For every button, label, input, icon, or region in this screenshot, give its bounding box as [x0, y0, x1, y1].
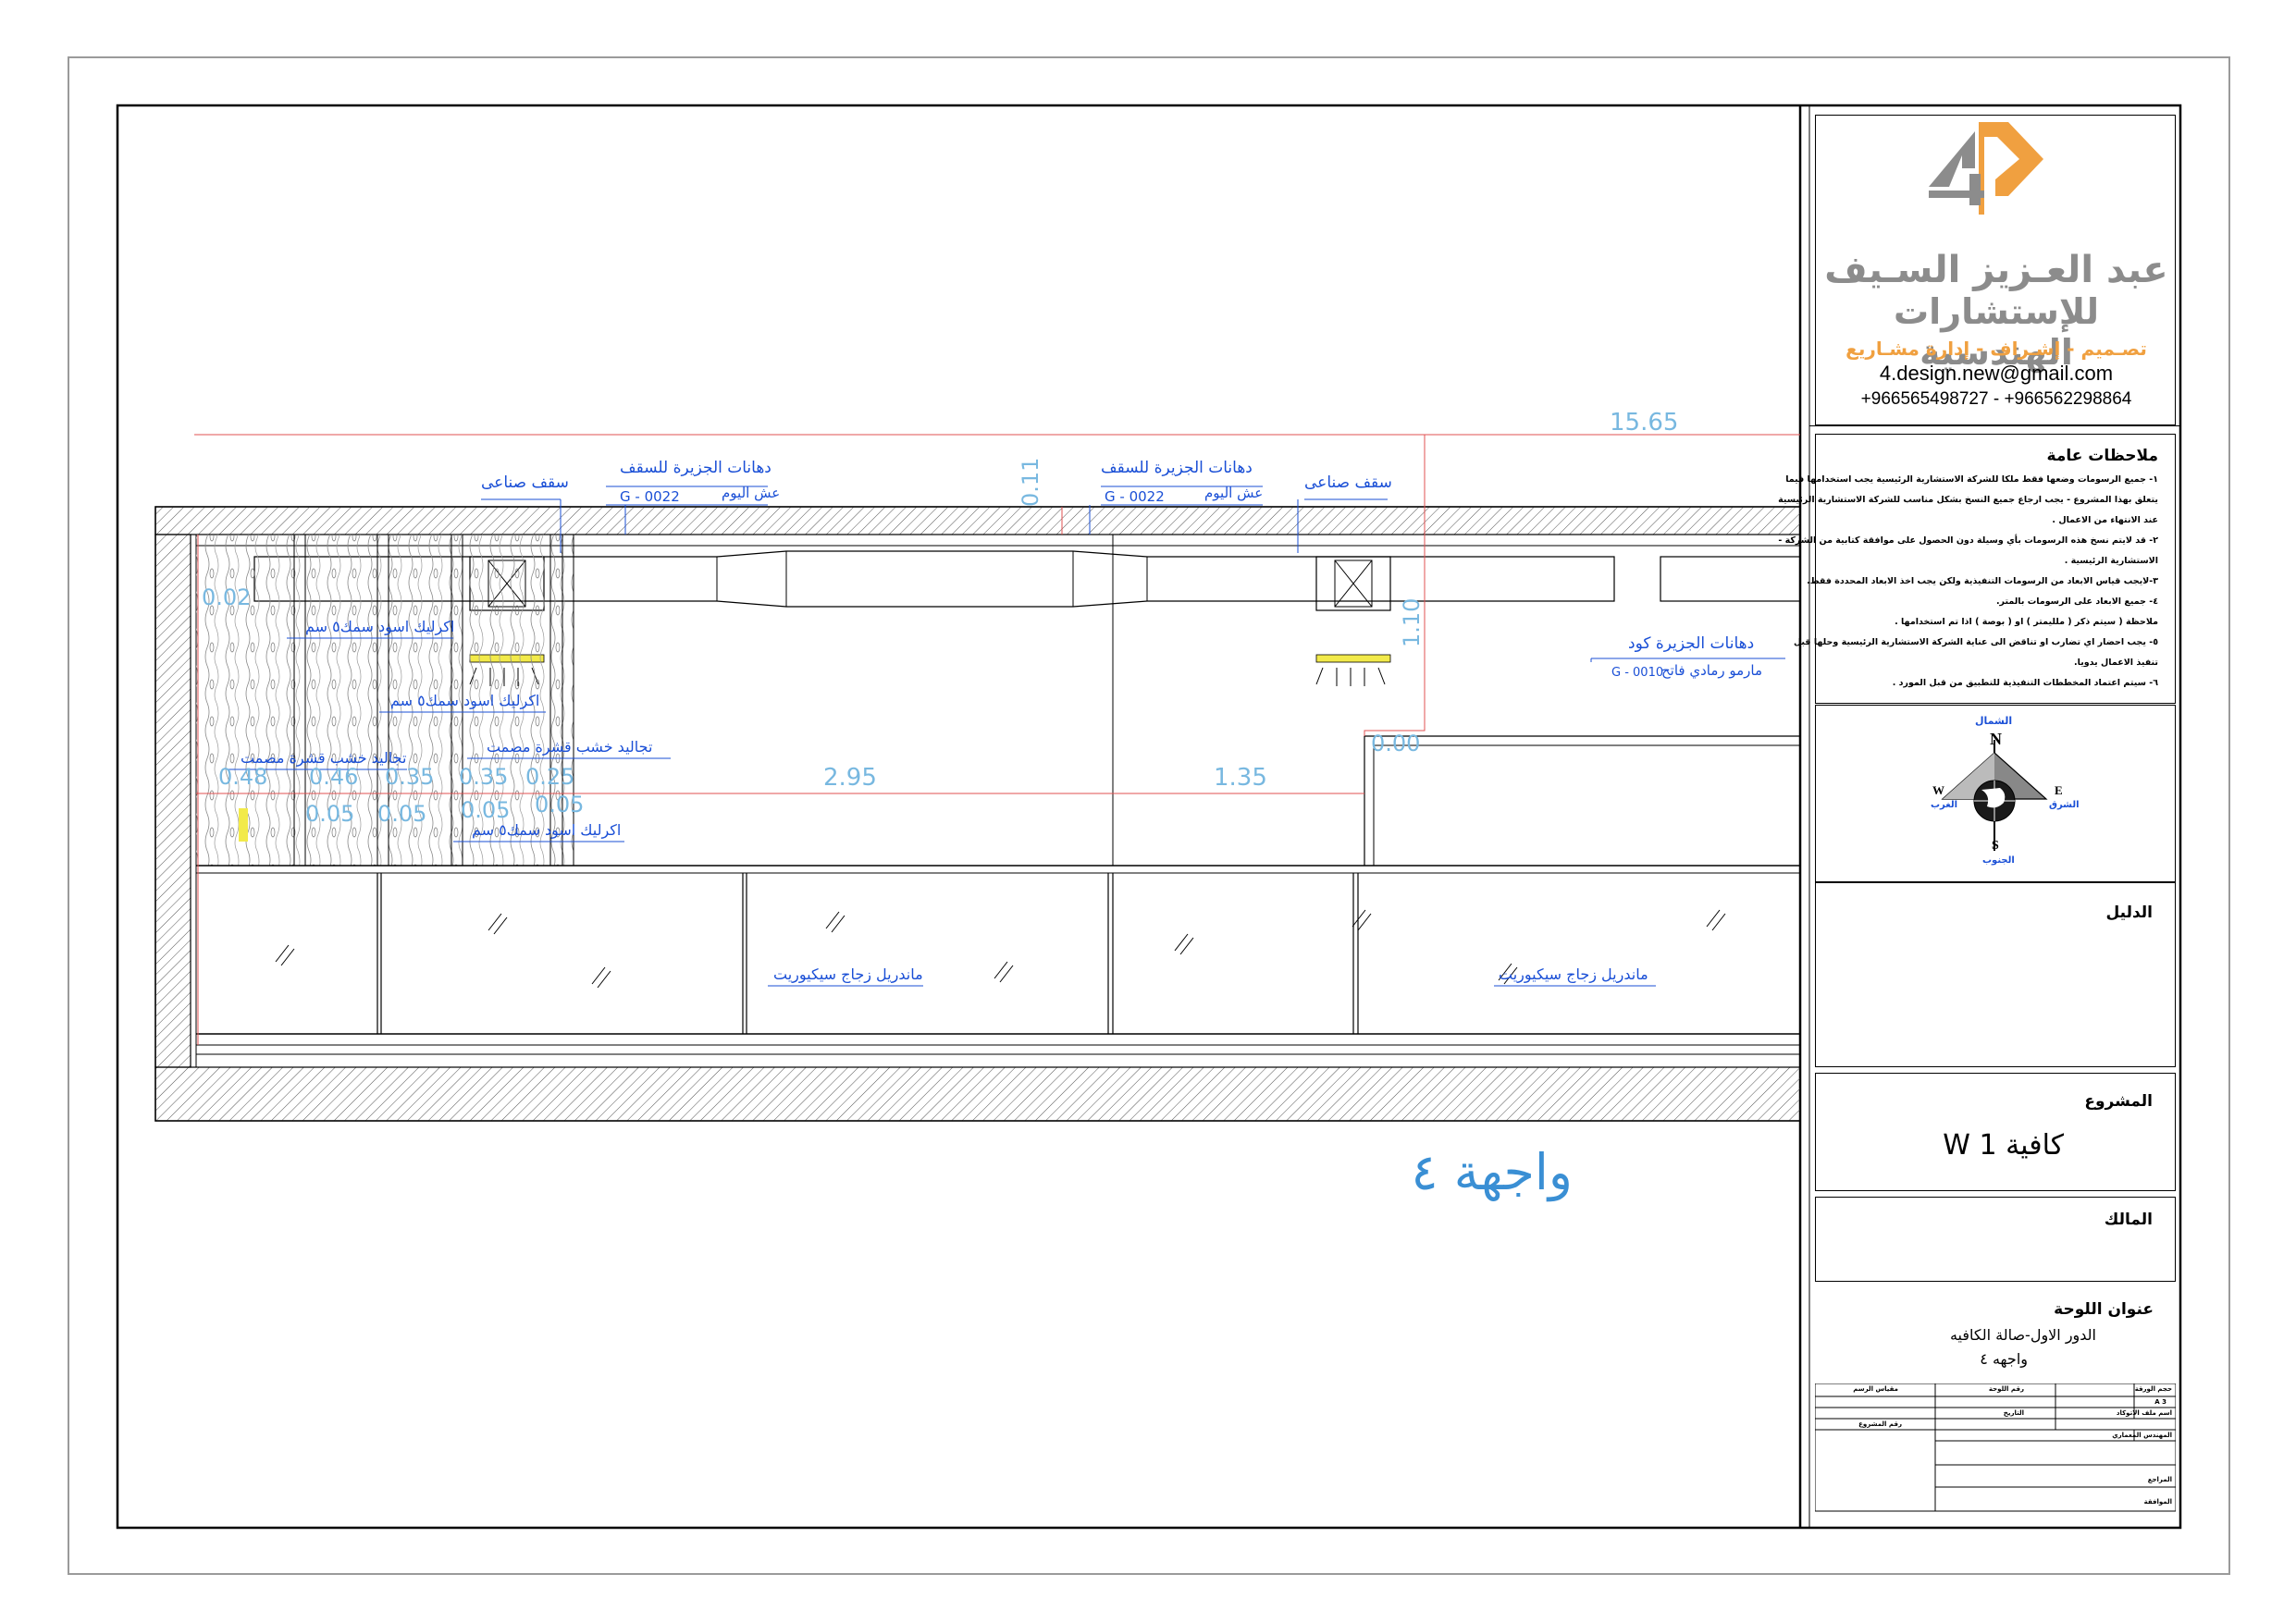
cell-sheet-no-label: رقم اللوحة: [1988, 1385, 2024, 1393]
counter-panel-dividers: [376, 873, 1359, 1034]
sheet-title-label: عنوان اللوحة: [2054, 1300, 2154, 1319]
label-paint2-title: دهانات الجزيرة للسقف: [1101, 459, 1253, 477]
notes-list: ١- جميع الرسومات وضعها فقط ملكا للشركة ا…: [1778, 474, 2158, 693]
label-ceiling-right: سقف صناعى: [1304, 473, 1392, 492]
label-glass-2: ماندريل زجاج سيكيوريت: [1499, 965, 1648, 983]
info-table: حجم الورقة A 3 رقم اللوحة مقياس الرسم اس…: [1815, 1383, 2176, 1513]
cell-project-no-label: رقم المشروع: [1858, 1420, 1902, 1428]
dim-005d: 0.05: [535, 792, 585, 818]
compass-panel: الشمال N W الغرب E الشرق S الجنوب: [1815, 705, 2176, 882]
brand-phones: +966565498727 - +966562298864: [1860, 389, 2132, 409]
note-line: الاستشارية الرئيسية .: [2064, 556, 2158, 566]
compass-south-ar: الجنوب: [1982, 855, 2015, 866]
notes-title: ملاحظات عامة: [2046, 447, 2158, 465]
dim-048: 0.48: [218, 764, 268, 790]
label-acrylic-2: اكرليك اسود سمك٥ سم: [390, 692, 540, 709]
brand-tagline: تصـميم - إشـراف - إدارة مشـاريع: [1845, 338, 2147, 360]
compass-west-ar: الغرب: [1931, 800, 1958, 810]
label-wood-1: تجاليد خشب قشرة مصمت: [241, 749, 407, 767]
project-value: كافية W 1: [1943, 1129, 2064, 1162]
label-wood-2: تجاليد خشب قشرة مصمت: [487, 738, 653, 756]
dim-000: 0.00: [1371, 731, 1421, 756]
note-line: ٣-لايجب قياس الابعاد من الرسومات التنفيذ…: [1807, 576, 2158, 586]
sheet-title-panel: عنوان اللوحة الدور الاول-صالة الكافيه وا…: [1815, 1287, 2176, 1380]
label-ceiling-left: سقف صناعى: [481, 473, 569, 492]
cell-paper-size-value: A 3: [2154, 1398, 2166, 1406]
cell-paper-size-label: حجم الورقة: [2134, 1385, 2172, 1393]
compass-north-ar: الشمال: [1975, 715, 2013, 727]
logo-panel: عبد العـزيز السـيف للإستشارات الهندسية ت…: [1815, 115, 2176, 425]
label-paint2-code: G - 0022: [1105, 488, 1165, 505]
dim-005b: 0.05: [377, 801, 427, 827]
label-paint2-name: عش اليوم: [1204, 485, 1264, 501]
compass-west: W: [1932, 783, 1944, 797]
owner-panel: المالك: [1815, 1197, 2176, 1282]
sheet-title-line1: الدور الاول-صالة الكافيه: [1949, 1326, 2096, 1344]
cell-reviewer-label: المراجع: [2147, 1476, 2172, 1483]
cell-scale-label: مقياس الرسم: [1853, 1385, 1898, 1393]
cell-consultant-label: اسم ملف الاتوكاد: [2116, 1409, 2172, 1417]
note-line: ٦- سيتم اعتماد المخططات التنفيذية للتطبي…: [1892, 678, 2158, 688]
label-paint1-name: عش اليوم: [722, 485, 781, 501]
label-glass-1: ماندريل زجاج سيكيوريت: [773, 965, 923, 983]
note-line: ٢- قد لايتم نسخ هذه الرسومات بأي وسيلة د…: [1778, 535, 2158, 546]
cell-approval-label: الموافقة: [2143, 1498, 2172, 1506]
drawing-title: واجهة ٤: [1411, 1143, 1573, 1201]
cell-date-label: التاريخ: [2003, 1409, 2024, 1417]
label-paint3-code: G - 0010: [1611, 666, 1664, 680]
note-line: ١- جميع الرسومات وضعها فقط ملكا للشركة ا…: [1785, 474, 2158, 485]
info-table-grid: [1815, 1383, 2176, 1512]
dim-011: 0.11: [1018, 457, 1043, 507]
sheet-title-line2: واجهه ٤: [1980, 1350, 2028, 1368]
note-line: يتعلق بهذا المشروع - يجب ارجاع جميع النس…: [1778, 495, 2158, 505]
note-line: ملاحظة ( سيتم ذكر ( ملليمتر ) او ( بوصة …: [1895, 617, 2158, 627]
dim-005c: 0.05: [461, 797, 511, 823]
brand-name-line1: عبد العـزيز السـيف: [1824, 249, 2168, 291]
note-line: ٤- جميع الابعاد على الرسومات بالمتر.: [1995, 596, 2158, 607]
dim-135: 1.35: [1214, 764, 1267, 792]
brand-name-line2: للإستشارات الهندسية: [1893, 291, 2100, 373]
dim-046: 0.46: [309, 764, 359, 790]
note-line: ٥- يجب احضار اي تضارب او تناقض الى عناية…: [1793, 637, 2158, 647]
compass-east-ar: الشرق: [2049, 800, 2080, 810]
dim-110: 1.10: [1399, 597, 1425, 647]
label-acrylic-3: اكرليك اسود سمك٥ سم: [472, 821, 622, 839]
label-acrylic-1: اكرليك اسود سمك٥ سم: [305, 618, 455, 635]
note-line: عند الانتهاء من الاعمال .: [2052, 515, 2158, 525]
dim-005a: 0.05: [305, 801, 355, 827]
project-panel: المشروع كافية W 1: [1815, 1073, 2176, 1191]
legend-panel: الدليل: [1815, 882, 2176, 1067]
dim-035a: 0.35: [385, 764, 435, 790]
compass-south: S: [1992, 839, 1999, 853]
note-line: تنفيذ الاعمال يدويا.: [2074, 658, 2158, 668]
label-paint1-title: دهانات الجزيرة للسقف: [620, 459, 772, 477]
compass-east: E: [2055, 783, 2063, 797]
title-block: عبد العـزيز السـيف للإستشارات الهندسية ت…: [1778, 105, 2180, 1528]
brand-email: 4.design.new@gmail.com: [1879, 362, 2114, 385]
label-paint3-name: مارمو رمادي فاتح: [1661, 662, 1763, 679]
top-slab: [154, 506, 1801, 535]
compass-north: N: [1990, 730, 2002, 748]
airflow-arrows-right: [1315, 667, 1386, 686]
dim-002: 0.02: [202, 584, 252, 610]
owner-label: المالك: [2104, 1211, 2153, 1229]
dim-overall: 15.65: [1610, 409, 1679, 436]
cell-architect-label: المهندس المعماري: [2112, 1432, 2172, 1439]
label-paint3-title: دهانات الجزيرة كود: [1628, 634, 1755, 653]
project-label: المشروع: [2084, 1092, 2153, 1111]
dim-025: 0.25: [525, 764, 575, 790]
legend-label: الدليل: [2105, 904, 2153, 922]
left-wall: [154, 534, 191, 1068]
dim-035b: 0.35: [459, 764, 509, 790]
notes-panel: ملاحظات عامة ١- جميع الرسومات وضعها فقط …: [1778, 425, 2180, 704]
bottom-slab: [154, 1066, 1801, 1122]
label-paint1-code: G - 0022: [620, 488, 680, 505]
dim-295: 2.95: [823, 764, 877, 792]
